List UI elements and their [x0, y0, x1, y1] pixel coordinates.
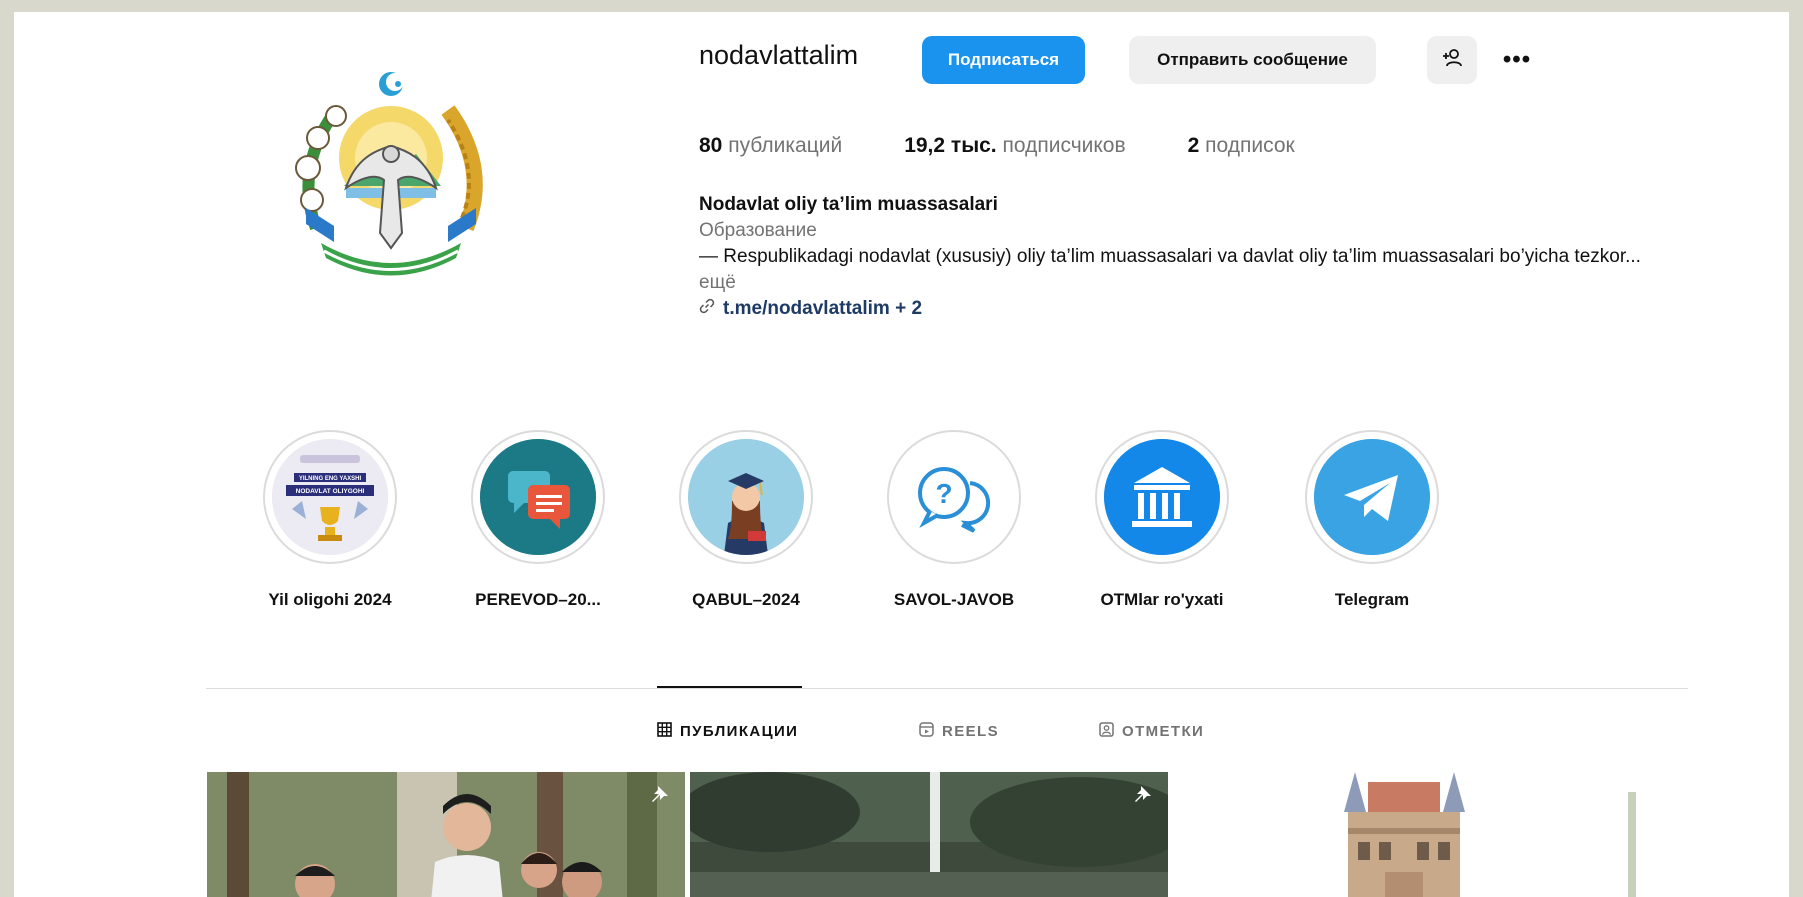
- profile-bio: Nodavlat oliy ta’lim muassasalari Образо…: [699, 192, 1659, 322]
- highlight-yil-oligohi[interactable]: YILNING ENG YAXSHI NODAVLAT OLIYGOHI Yil…: [230, 430, 430, 610]
- posts-count: 80: [699, 134, 723, 157]
- bio-text: — Respublikadagi nodavlat (xususiy) oliy…: [699, 246, 1641, 267]
- profile-username: nodavlattalim: [699, 40, 859, 70]
- highlight-otmlar[interactable]: OTMlar ro'yxati: [1062, 430, 1262, 610]
- following-stat[interactable]: 2 подписок: [1188, 134, 1295, 158]
- suggest-accounts-button[interactable]: [1427, 36, 1477, 84]
- posts-label: публикаций: [728, 134, 843, 157]
- pin-icon: [1132, 782, 1154, 809]
- bio-full-name: Nodavlat oliy ta’lim muassasalari: [699, 194, 998, 215]
- reels-icon: [919, 722, 934, 741]
- highlight-cover: YILNING ENG YAXSHI NODAVLAT OLIYGOHI: [272, 439, 388, 555]
- followers-stat[interactable]: 19,2 тыс. подписчиков: [904, 134, 1125, 158]
- highlight-ring: [471, 430, 605, 564]
- grid-icon: [657, 722, 672, 741]
- post-image: [1173, 772, 1651, 897]
- following-count: 2: [1187, 134, 1200, 157]
- highlight-cover: [480, 439, 596, 555]
- post-thumbnail-1[interactable]: [207, 772, 685, 897]
- highlight-cover: [688, 439, 804, 555]
- tab-label: ПУБЛИКАЦИИ: [680, 723, 799, 740]
- post-image: [690, 772, 1168, 897]
- highlight-ring: [1095, 430, 1229, 564]
- highlight-cover: ?: [896, 439, 1012, 555]
- tab-label: ОТМЕТКИ: [1122, 723, 1205, 740]
- add-user-icon: [1441, 47, 1463, 74]
- highlight-label: Yil oligohi 2024: [268, 590, 392, 609]
- bio-link[interactable]: t.me/nodavlattalim + 2: [699, 296, 1659, 322]
- tab-label: REELS: [942, 723, 1000, 740]
- tab-reels[interactable]: REELS: [919, 722, 999, 741]
- pin-icon: [649, 782, 671, 809]
- follow-button[interactable]: Подписаться: [922, 36, 1085, 84]
- highlight-badge-top: YILNING ENG YAXSHI: [299, 476, 362, 482]
- profile-avatar[interactable]: [276, 58, 506, 288]
- svg-text:?: ?: [935, 478, 952, 509]
- more-options-button[interactable]: •••: [1492, 36, 1542, 84]
- post-thumbnail-3[interactable]: [1173, 772, 1651, 897]
- bio-category: Образование: [699, 220, 817, 241]
- followers-count: 19,2 тыс.: [904, 134, 997, 157]
- highlight-savol-javob[interactable]: ? SAVOL-JAVOB: [854, 430, 1054, 610]
- profile-page: nodavlattalim Подписаться Отправить сооб…: [14, 12, 1789, 897]
- highlight-qabul[interactable]: QABUL–2024: [646, 430, 846, 610]
- tabs-divider: [206, 688, 1688, 689]
- send-message-button[interactable]: Отправить сообщение: [1129, 36, 1376, 84]
- highlight-ring: [679, 430, 813, 564]
- active-tab-indicator: [657, 686, 802, 688]
- highlight-label: PEREVOD–20...: [475, 590, 601, 609]
- highlight-label: Telegram: [1334, 590, 1410, 609]
- tagged-icon: [1099, 722, 1114, 741]
- tab-publications[interactable]: ПУБЛИКАЦИИ: [657, 722, 798, 741]
- highlight-label: SAVOL-JAVOB: [893, 590, 1015, 609]
- profile-stats: 80 публикаций 19,2 тыс. подписчиков 2 по…: [699, 134, 1357, 158]
- tab-tagged[interactable]: ОТМЕТКИ: [1099, 722, 1204, 741]
- highlight-label: OTMlar ro'yxati: [1100, 590, 1224, 609]
- telegram-icon: [1314, 439, 1430, 555]
- posts-stat[interactable]: 80 публикаций: [699, 134, 842, 158]
- bio-more-link[interactable]: ещё: [699, 272, 736, 293]
- post-image: [207, 772, 685, 897]
- highlight-label: QABUL–2024: [692, 590, 800, 609]
- bio-link-text: t.me/nodavlattalim + 2: [723, 298, 923, 319]
- highlight-telegram[interactable]: Telegram: [1272, 430, 1472, 610]
- link-icon: [699, 296, 715, 322]
- highlight-cover: [1104, 439, 1220, 555]
- highlight-ring: [1305, 430, 1439, 564]
- highlight-perevod[interactable]: PEREVOD–20...: [438, 430, 638, 610]
- following-label: подписок: [1205, 134, 1295, 157]
- highlight-ring: YILNING ENG YAXSHI NODAVLAT OLIYGOHI: [263, 430, 397, 564]
- bio-text-block: — Respublikadagi nodavlat (xususiy) oliy…: [699, 244, 1659, 296]
- highlight-badge-main: NODAVLAT OLIYGOHI: [296, 488, 365, 495]
- followers-label: подписчиков: [1002, 134, 1126, 157]
- post-thumbnail-2[interactable]: [690, 772, 1168, 897]
- highlight-ring: ?: [887, 430, 1021, 564]
